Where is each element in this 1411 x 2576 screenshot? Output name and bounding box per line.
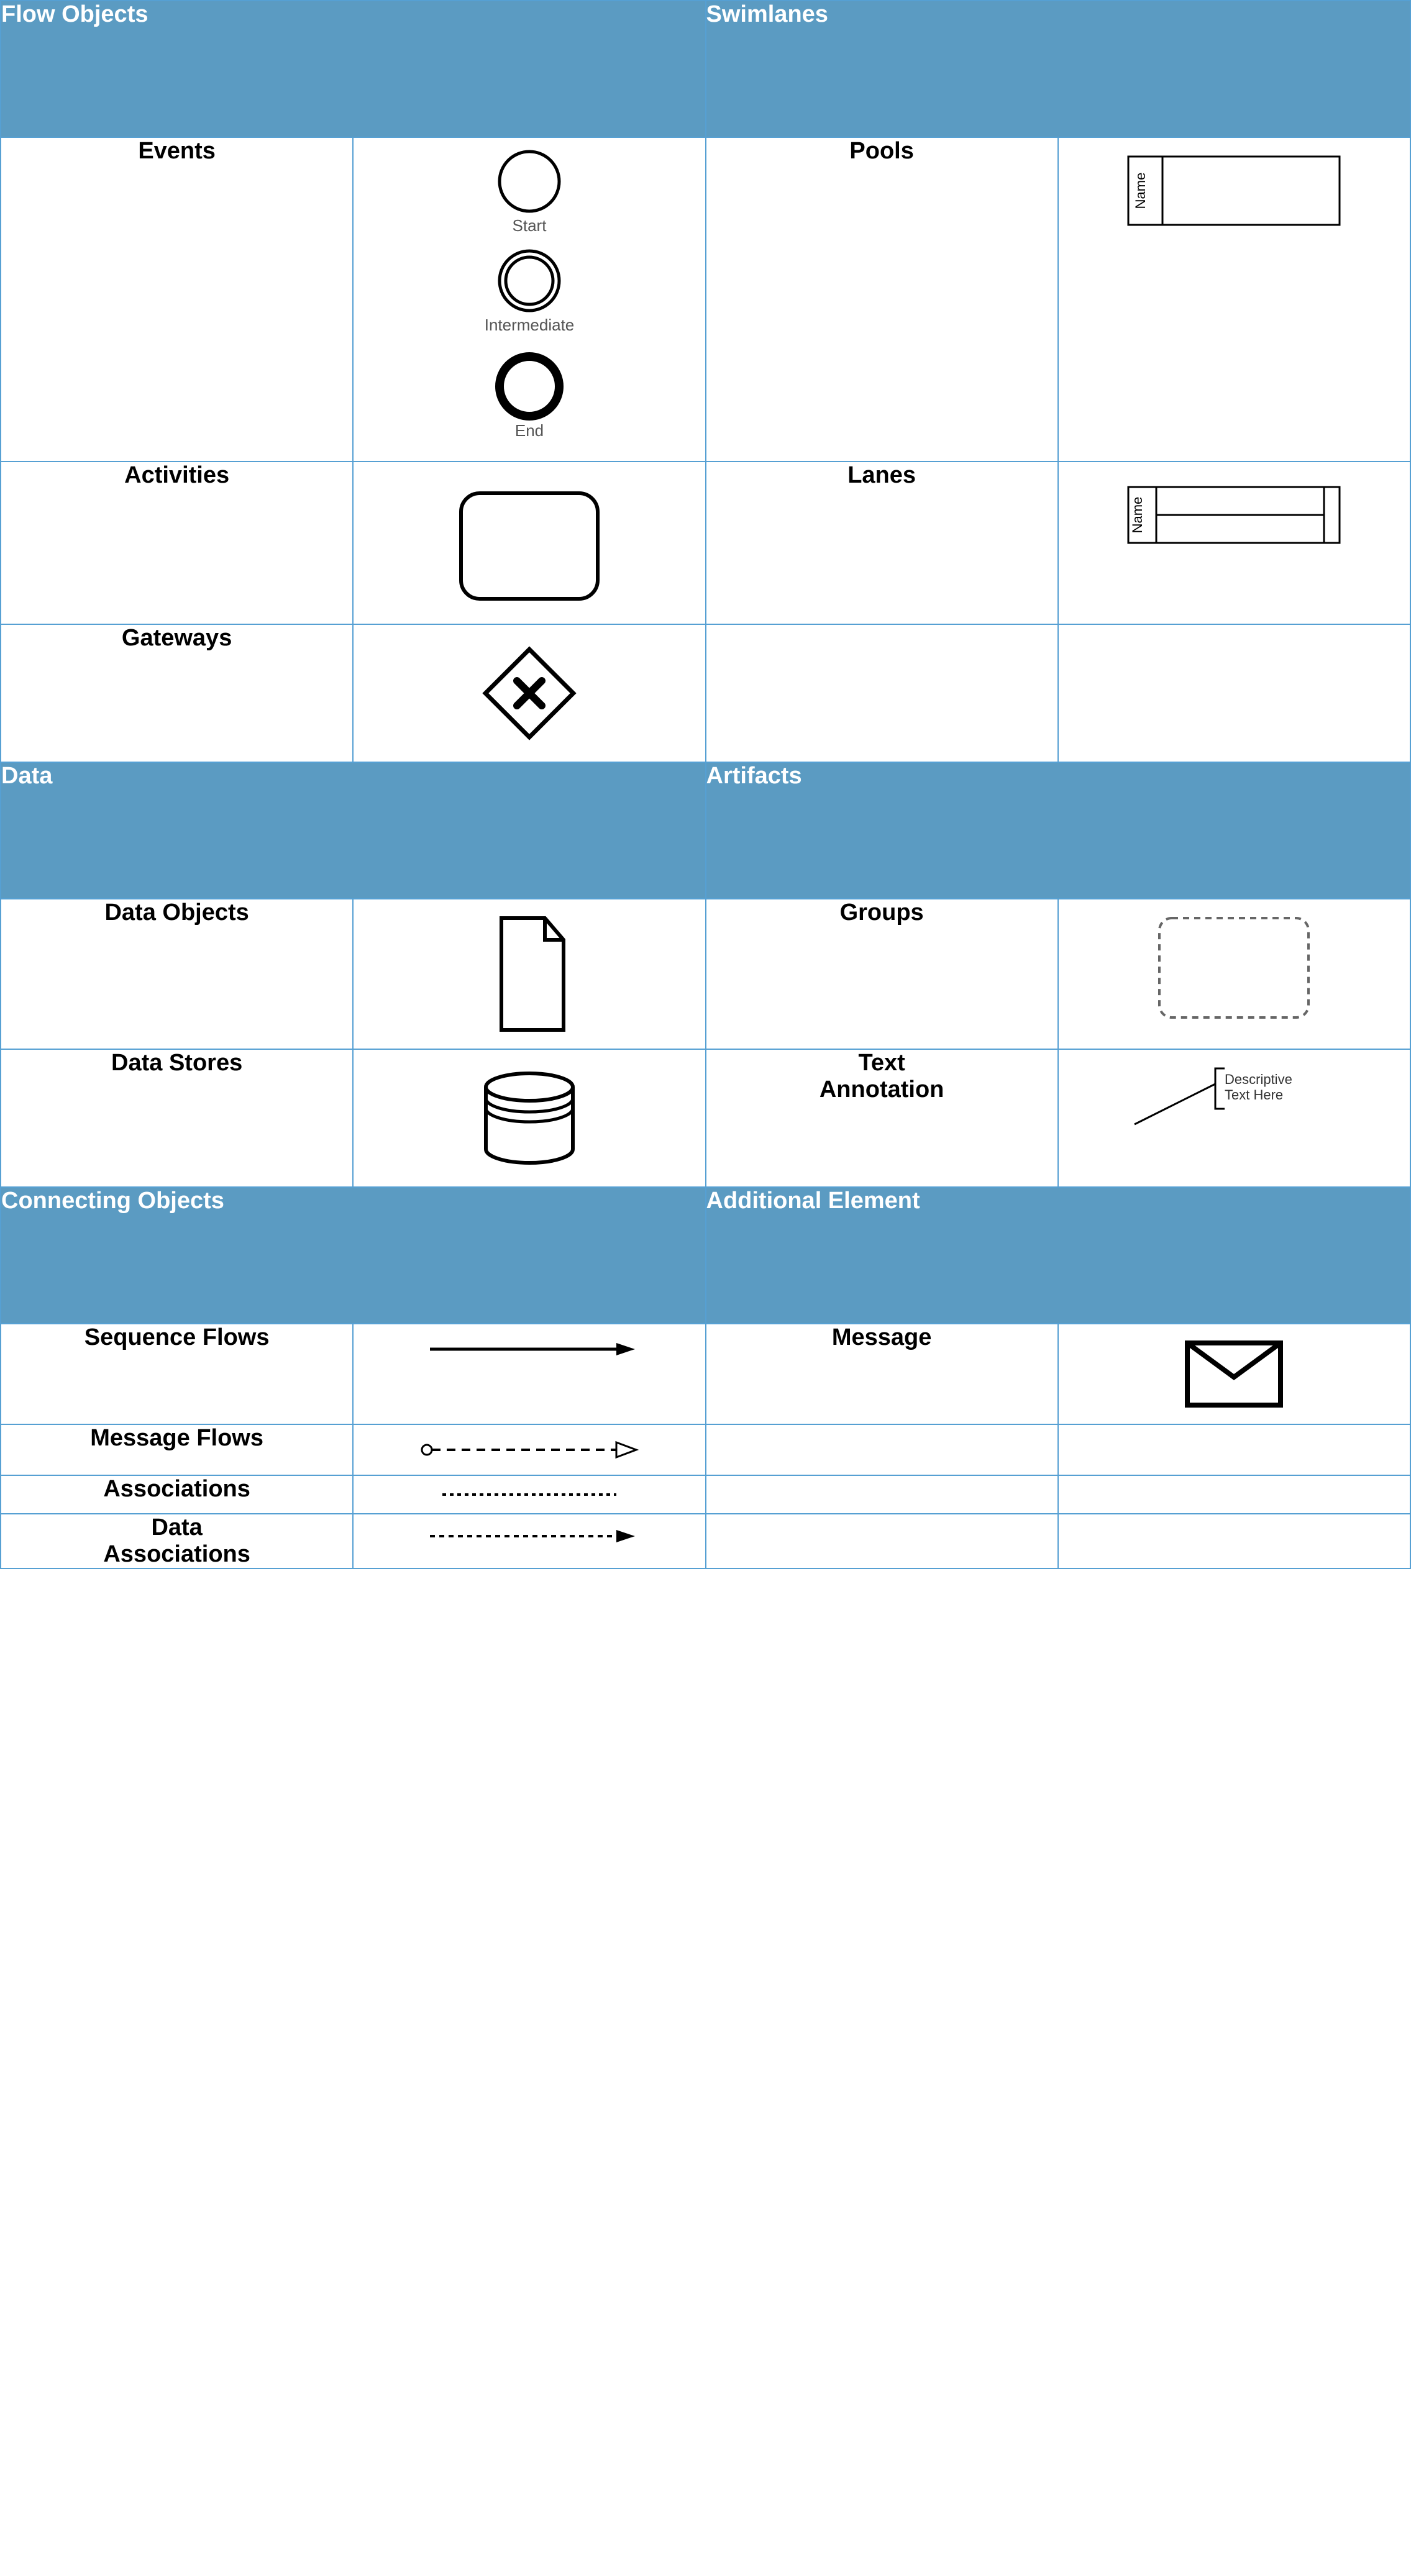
empty-cell-6 (1058, 1475, 1410, 1514)
empty-cell-2 (1058, 624, 1410, 762)
label-message: Message (706, 1324, 1058, 1424)
icon-message-flows (353, 1424, 705, 1475)
header-flow-objects: Flow Objects (1, 1, 706, 137)
icon-associations (353, 1475, 705, 1514)
annotation-text-line1: Descriptive (1225, 1072, 1292, 1087)
icon-sequence-flows (353, 1324, 705, 1424)
label-sequence-flows: Sequence Flows (1, 1324, 353, 1424)
label-lanes: Lanes (706, 462, 1058, 624)
label-text-annotation: Text Annotation (706, 1049, 1058, 1187)
label-data-stores: Data Stores (1, 1049, 353, 1187)
icon-message (1058, 1324, 1410, 1424)
label-data-associations: Data Associations (1, 1514, 353, 1568)
label-associations: Associations (1, 1475, 353, 1514)
label-activities: Activities (1, 462, 353, 624)
icon-gateways (353, 624, 705, 762)
label-data-objects: Data Objects (1, 899, 353, 1049)
label-message-flows: Message Flows (1, 1424, 353, 1475)
label-groups: Groups (706, 899, 1058, 1049)
header-connecting-objects: Connecting Objects (1, 1187, 706, 1324)
annotation-text-line2: Text Here (1225, 1087, 1283, 1103)
label-pools: Pools (706, 137, 1058, 462)
label-events: Events (1, 137, 353, 462)
icon-groups (1058, 899, 1410, 1049)
header-swimlanes: Swimlanes (706, 1, 1411, 137)
empty-cell-4 (1058, 1424, 1410, 1475)
caption-end: End (515, 421, 544, 440)
label-gateways: Gateways (1, 624, 353, 762)
icon-lanes: Name (1058, 462, 1410, 624)
icon-data-stores (353, 1049, 705, 1187)
icon-pools: Name (1058, 137, 1410, 462)
icon-events: Start Intermediate End (353, 137, 705, 462)
empty-cell-5 (706, 1475, 1058, 1514)
bpmn-elements-table: Flow Objects Swimlanes Events Start Inte… (0, 0, 1411, 1569)
icon-data-associations (353, 1514, 705, 1568)
empty-cell-8 (1058, 1514, 1410, 1568)
header-data: Data (1, 762, 706, 899)
empty-cell-3 (706, 1424, 1058, 1475)
caption-start: Start (512, 216, 547, 235)
lane-name-text: Name (1130, 497, 1145, 534)
pool-name-text: Name (1133, 173, 1148, 209)
caption-intermediate: Intermediate (485, 316, 575, 334)
icon-activities (353, 462, 705, 624)
empty-cell-7 (706, 1514, 1058, 1568)
icon-data-objects (353, 899, 705, 1049)
header-additional-element: Additional Element (706, 1187, 1411, 1324)
empty-cell-1 (706, 624, 1058, 762)
header-artifacts: Artifacts (706, 762, 1411, 899)
icon-text-annotation: Descriptive Text Here (1058, 1049, 1410, 1187)
